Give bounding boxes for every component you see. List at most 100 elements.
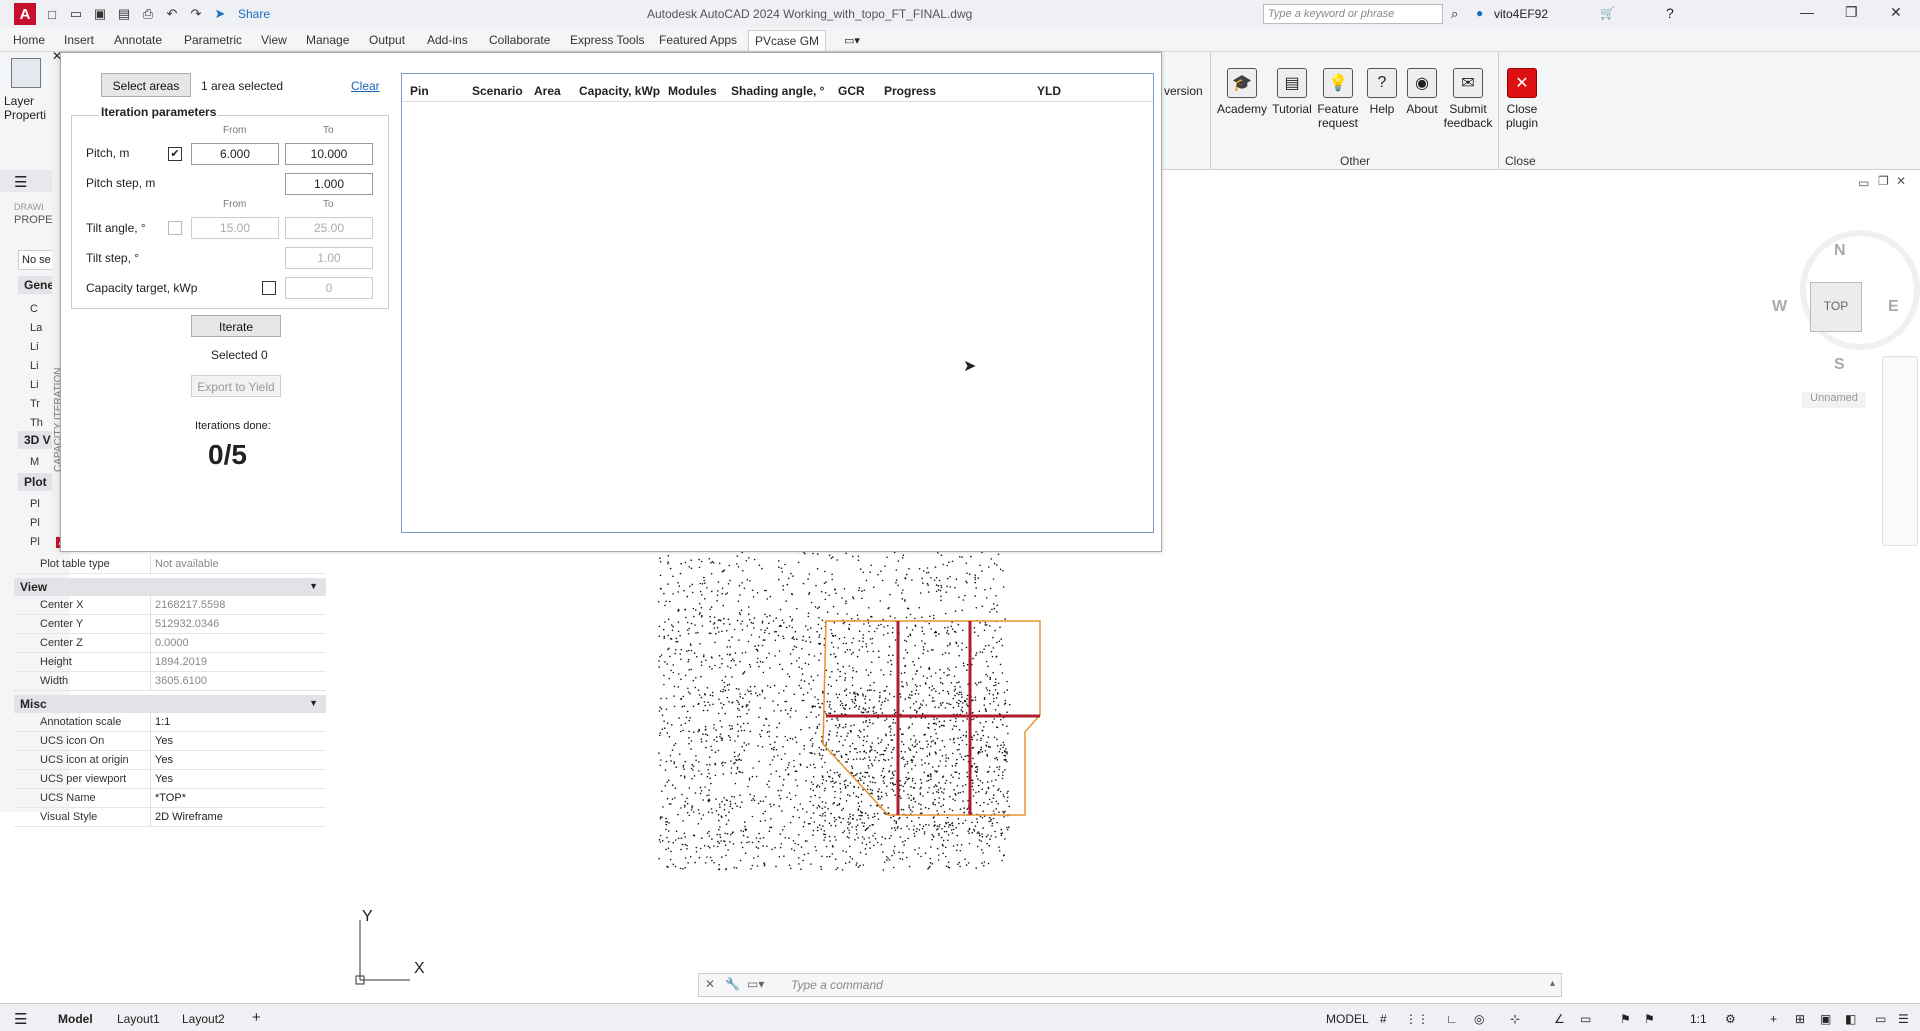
compass-north[interactable]: N <box>1834 242 1846 260</box>
annotation-monitor-icon[interactable]: + <box>1770 1012 1777 1026</box>
iterate-button[interactable]: Iterate <box>191 315 281 337</box>
tab-collaborate[interactable]: Collaborate <box>489 33 550 47</box>
workspace-gear-icon[interactable]: ⚙ <box>1725 1012 1736 1026</box>
save-icon[interactable]: ▣ <box>92 6 108 22</box>
tab-layout2[interactable]: Layout2 <box>182 1012 225 1026</box>
ucs-menu[interactable]: Unnamed <box>1802 392 1866 408</box>
tilt-to-input[interactable]: 25.00 <box>285 217 373 239</box>
property-row[interactable]: Plot table type Not available <box>14 555 326 574</box>
tilt-checkbox[interactable] <box>168 221 182 235</box>
property-row[interactable]: UCS Name *TOP* <box>14 789 326 808</box>
minimize-icon[interactable]: — <box>1800 4 1814 20</box>
property-value[interactable]: Yes <box>150 732 326 750</box>
tab-output[interactable]: Output <box>369 33 405 47</box>
tab-insert[interactable]: Insert <box>64 33 94 47</box>
customize-status-icon[interactable]: ☰ <box>1898 1012 1909 1026</box>
workspace-toggle-icon[interactable]: ▭▾ <box>844 34 860 47</box>
annotation-scale[interactable]: 1:1 <box>1690 1012 1707 1026</box>
tab-pvcase-gm[interactable]: PVcase GM <box>748 30 827 51</box>
property-row[interactable]: Visual Style 2D Wireframe <box>14 808 326 827</box>
tab-express-tools[interactable]: Express Tools <box>570 33 644 47</box>
selection-cycling-icon[interactable]: ▭ <box>1580 1012 1591 1026</box>
col-area[interactable]: Area <box>534 84 561 98</box>
property-row[interactable]: Height 1894.2019 <box>14 653 326 672</box>
recent-commands-icon[interactable]: ▭▾ <box>747 977 764 991</box>
plot-icon[interactable]: ⎙ <box>140 6 156 22</box>
clear-link[interactable]: Clear <box>351 79 380 93</box>
tab-home[interactable]: Home <box>13 33 45 47</box>
close-plugin-button[interactable]: ✕ Close plugin <box>1494 68 1550 130</box>
tab-featured-apps[interactable]: Featured Apps <box>659 33 737 47</box>
save-as-icon[interactable]: ▤ <box>116 6 132 22</box>
tab-addins[interactable]: Add-ins <box>427 33 468 47</box>
layout-menu-icon[interactable]: ☰ <box>14 1010 27 1028</box>
property-value[interactable]: 2D Wireframe <box>150 808 326 826</box>
select-areas-button[interactable]: Select areas <box>101 73 191 97</box>
col-yld[interactable]: YLD <box>1037 84 1061 98</box>
tab-parametric[interactable]: Parametric <box>184 33 242 47</box>
col-modules[interactable]: Modules <box>668 84 717 98</box>
property-row[interactable]: Center Z 0.0000 <box>14 634 326 653</box>
tab-annotate[interactable]: Annotate <box>114 33 162 47</box>
misc-section-header[interactable]: Misc ▼ <box>14 695 326 713</box>
property-row[interactable]: UCS per viewport Yes <box>14 770 326 789</box>
compass-east[interactable]: E <box>1888 298 1899 316</box>
results-grid[interactable]: Pin Scenario Area Capacity, kWp Modules … <box>401 73 1154 533</box>
autocad-logo[interactable]: A <box>14 3 36 25</box>
collapse-icon[interactable]: ▼ <box>309 581 318 591</box>
ortho-icon[interactable]: ∟ <box>1446 1012 1458 1026</box>
viewcube-top[interactable]: TOP <box>1810 282 1862 332</box>
viewport-restore-icon[interactable]: ❐ <box>1878 174 1889 188</box>
tab-model[interactable]: Model <box>58 1012 93 1026</box>
viewport-close-icon[interactable]: ✕ <box>1896 174 1906 188</box>
snap-icon[interactable]: ⋮⋮ <box>1405 1012 1429 1026</box>
close-icon[interactable]: ✕ <box>1890 4 1902 21</box>
capacity-target-checkbox[interactable] <box>262 281 276 295</box>
collapse-icon[interactable]: ▼ <box>309 698 318 708</box>
property-row[interactable]: UCS icon at origin Yes <box>14 751 326 770</box>
tab-view[interactable]: View <box>261 33 287 47</box>
col-gcr[interactable]: GCR <box>838 84 865 98</box>
tilt-step-input[interactable]: 1.00 <box>285 247 373 269</box>
osnap-icon[interactable]: ⊹ <box>1510 1012 1520 1026</box>
user-icon[interactable]: ● <box>1476 6 1483 20</box>
property-value[interactable]: Yes <box>150 751 326 769</box>
property-row[interactable]: Annotation scale 1:1 <box>14 713 326 732</box>
add-layout-icon[interactable]: + <box>252 1009 261 1026</box>
hardware-accel-icon[interactable]: ◧ <box>1845 1012 1856 1026</box>
close-cmd-icon[interactable]: ✕ <box>705 977 715 991</box>
new-file-icon[interactable]: □ <box>44 6 60 22</box>
tab-manage[interactable]: Manage <box>306 33 349 47</box>
restore-icon[interactable]: ❐ <box>1845 4 1858 21</box>
cart-icon[interactable]: 🛒 <box>1600 6 1615 20</box>
property-row[interactable]: Center Y 512932.0346 <box>14 615 326 634</box>
isolate-icon[interactable]: ▣ <box>1820 1012 1831 1026</box>
compass-south[interactable]: S <box>1834 356 1845 374</box>
property-row[interactable]: Width 3605.6100 <box>14 672 326 691</box>
fullscreen-icon[interactable]: ▭ <box>1875 1012 1886 1026</box>
grid-icon[interactable]: # <box>1380 1012 1387 1026</box>
property-value[interactable]: 1:1 <box>150 713 326 731</box>
navigation-bar[interactable] <box>1882 356 1918 546</box>
export-to-yield-button[interactable]: Export to Yield <box>191 375 281 397</box>
undo-icon[interactable]: ↶ <box>164 6 180 22</box>
col-shading-angle[interactable]: Shading angle, ° <box>731 84 824 98</box>
col-pin[interactable]: Pin <box>410 84 429 98</box>
property-row[interactable]: Center X 2168217.5598 <box>14 596 326 615</box>
customize-icon[interactable]: 🔧 <box>725 977 740 991</box>
open-file-icon[interactable]: ▭ <box>68 6 84 22</box>
menu-icon[interactable]: ☰ <box>14 173 27 191</box>
col-progress[interactable]: Progress <box>884 84 936 98</box>
otrack-icon[interactable]: ∠ <box>1554 1012 1565 1026</box>
tab-layout1[interactable]: Layout1 <box>117 1012 160 1026</box>
view-section-header[interactable]: View ▼ <box>14 578 326 596</box>
user-name[interactable]: vito4EF92 <box>1494 7 1548 21</box>
command-input[interactable]: Type a command <box>791 978 883 992</box>
units-icon[interactable]: ⊞ <box>1795 1012 1805 1026</box>
pitch-step-input[interactable]: 1.000 <box>285 173 373 195</box>
pitch-checkbox[interactable]: ✔ <box>168 147 182 161</box>
redo-icon[interactable]: ↷ <box>188 6 204 22</box>
search-input[interactable]: Type a keyword or phrase <box>1263 4 1443 24</box>
col-capacity[interactable]: Capacity, kWp <box>579 84 660 98</box>
pitch-to-input[interactable]: 10.000 <box>285 143 373 165</box>
